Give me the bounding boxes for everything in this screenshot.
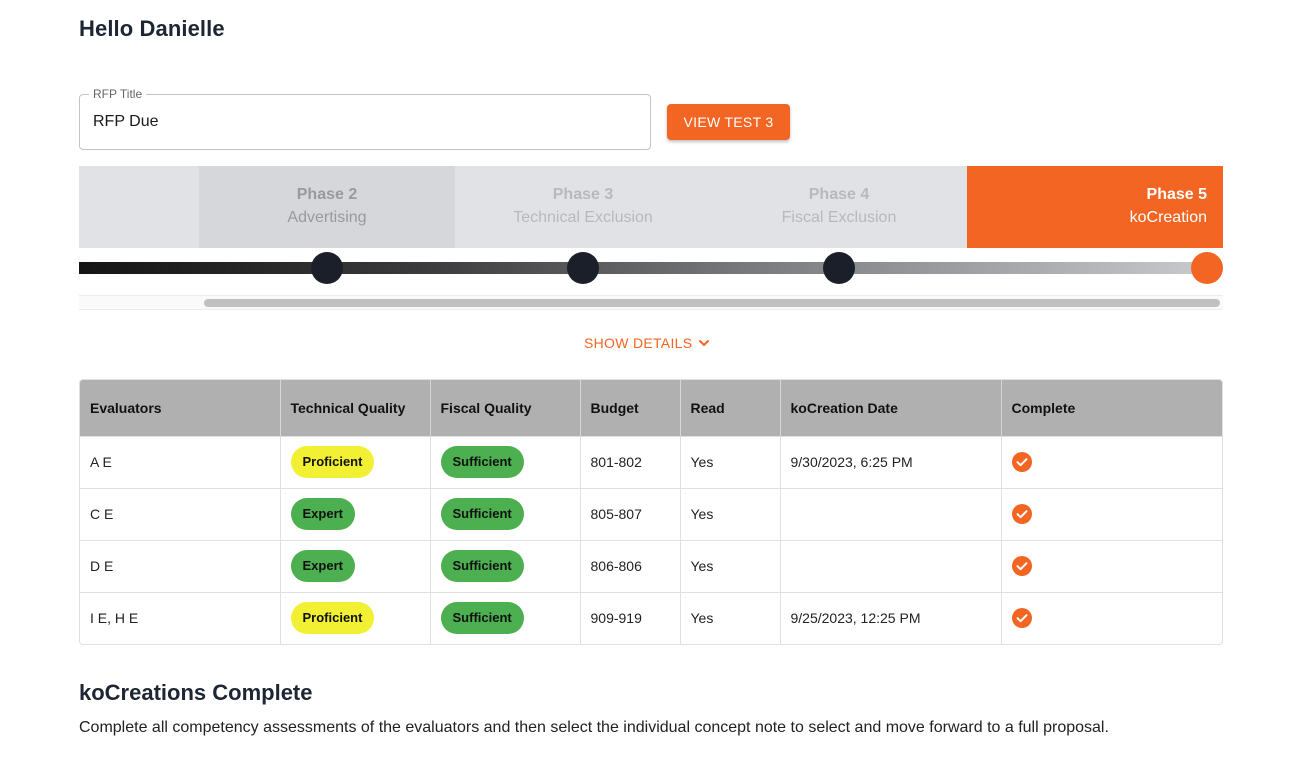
show-details-button[interactable]: SHOW DETAILS (584, 335, 710, 351)
fiscal-quality-badge: Sufficient (440, 602, 524, 635)
column-header-kocreation-date[interactable]: koCreation Date (780, 380, 1002, 436)
phase-subtitle: Fiscal Exclusion (781, 209, 897, 226)
technical-quality-cell: Proficient (280, 435, 431, 488)
complete-cell (1001, 539, 1222, 592)
phase-subtitle: Advertising (287, 209, 367, 226)
kocreation-date-cell: 9/25/2023, 12:25 PM (780, 591, 1002, 644)
kocreation-date-cell: 9/30/2023, 6:25 PM (780, 435, 1002, 488)
timeline-dot-phase-4[interactable] (823, 252, 855, 284)
view-test-button[interactable]: VIEW TEST 3 (667, 104, 790, 140)
fiscal-quality-cell: Sufficient (430, 487, 581, 540)
technical-quality-cell: Expert (280, 487, 431, 540)
phase-title: Phase 5 (1146, 186, 1207, 203)
budget-cell: 805-807 (580, 487, 681, 540)
fiscal-quality-badge: Sufficient (440, 498, 524, 530)
fiscal-quality-cell: Sufficient (430, 539, 581, 592)
fiscal-quality-badge: Sufficient (440, 446, 524, 478)
phase-subtitle: koCreation (1129, 209, 1207, 226)
evaluators-cell: I E, H E (80, 591, 281, 644)
evaluators-cell: A E (80, 435, 281, 488)
timeline-dot-phase-5[interactable] (1191, 252, 1223, 284)
technical-quality-cell: Proficient (280, 591, 431, 644)
technical-quality-badge: Expert (290, 550, 355, 582)
budget-cell: 801-802 (580, 435, 681, 488)
column-header-technical-quality[interactable]: Technical Quality (280, 380, 431, 436)
read-cell: Yes (680, 539, 781, 592)
complete-cell (1001, 591, 1222, 644)
page: Hello Danielle RFP Title VIEW TEST 3 Pha… (0, 0, 1297, 775)
section-description: Complete all competency assessments of t… (79, 719, 1109, 736)
table-row[interactable]: D E Expert Sufficient 806-806 Yes (80, 539, 1222, 592)
phase-3-tab[interactable]: Phase 3 Technical Exclusion (455, 166, 711, 248)
rfp-title-input[interactable] (93, 95, 633, 149)
table-row[interactable]: I E, H E Proficient Sufficient 909-919 Y… (80, 591, 1222, 644)
budget-cell: 909-919 (580, 591, 681, 644)
complete-cell (1001, 487, 1222, 540)
phase-title: Phase 4 (808, 186, 870, 203)
read-cell: Yes (680, 487, 781, 540)
timeline-dot-phase-3[interactable] (567, 252, 599, 284)
check-circle-icon (1011, 452, 1032, 472)
check-circle-icon (1011, 504, 1032, 524)
phase-4-tab[interactable]: Phase 4 Fiscal Exclusion (711, 166, 967, 248)
phase-title: Phase 3 (552, 186, 614, 203)
kocreation-date-cell (780, 487, 1002, 540)
column-header-read[interactable]: Read (680, 380, 781, 436)
column-header-fiscal-quality[interactable]: Fiscal Quality (430, 380, 581, 436)
phase-stepper: Phase 2 Advertising Phase 3 Technical Ex… (79, 166, 1223, 248)
scrollbar-thumb[interactable] (204, 299, 1220, 307)
phase-2-tab[interactable]: Phase 2 Advertising (199, 166, 455, 248)
horizontal-scrollbar[interactable] (79, 295, 1223, 310)
column-header-complete[interactable]: Complete (1001, 380, 1222, 436)
phase-5-tab[interactable]: Phase 5 koCreation (967, 166, 1223, 248)
technical-quality-badge: Proficient (290, 446, 375, 478)
chevron-down-icon (699, 340, 710, 346)
check-circle-icon (1011, 556, 1032, 576)
technical-quality-cell: Expert (280, 539, 431, 592)
evaluators-cell: D E (80, 539, 281, 592)
fiscal-quality-cell: Sufficient (430, 591, 581, 644)
table-header-row: Evaluators Technical Quality Fiscal Qual… (80, 380, 1222, 436)
check-circle-icon (1011, 608, 1032, 629)
rfp-title-field[interactable]: RFP Title (79, 87, 651, 150)
timeline-dot-phase-2[interactable] (311, 252, 343, 284)
column-header-evaluators[interactable]: Evaluators (80, 380, 281, 436)
section-title: koCreations Complete (79, 680, 313, 705)
complete-cell (1001, 435, 1222, 488)
technical-quality-badge: Proficient (290, 602, 375, 635)
budget-cell: 806-806 (580, 539, 681, 592)
phase-subtitle: Technical Exclusion (513, 209, 653, 226)
table-row[interactable]: C E Expert Sufficient 805-807 Yes (80, 487, 1222, 540)
evaluators-cell: C E (80, 487, 281, 540)
show-details-label: SHOW DETAILS (584, 335, 693, 351)
read-cell: Yes (680, 435, 781, 488)
column-header-budget[interactable]: Budget (580, 380, 681, 436)
table-row[interactable]: A E Proficient Sufficient 801-802 Yes 9/… (80, 435, 1222, 488)
technical-quality-badge: Expert (290, 498, 355, 530)
fiscal-quality-badge: Sufficient (440, 550, 524, 582)
greeting-heading: Hello Danielle (79, 16, 225, 41)
evaluators-table: Evaluators Technical Quality Fiscal Qual… (79, 379, 1223, 645)
fiscal-quality-cell: Sufficient (430, 435, 581, 488)
kocreation-date-cell (780, 539, 1002, 592)
phase-title: Phase 2 (296, 186, 358, 203)
phase-timeline-track (79, 262, 1209, 274)
read-cell: Yes (680, 591, 781, 644)
phase-previous-stub[interactable] (79, 166, 199, 248)
